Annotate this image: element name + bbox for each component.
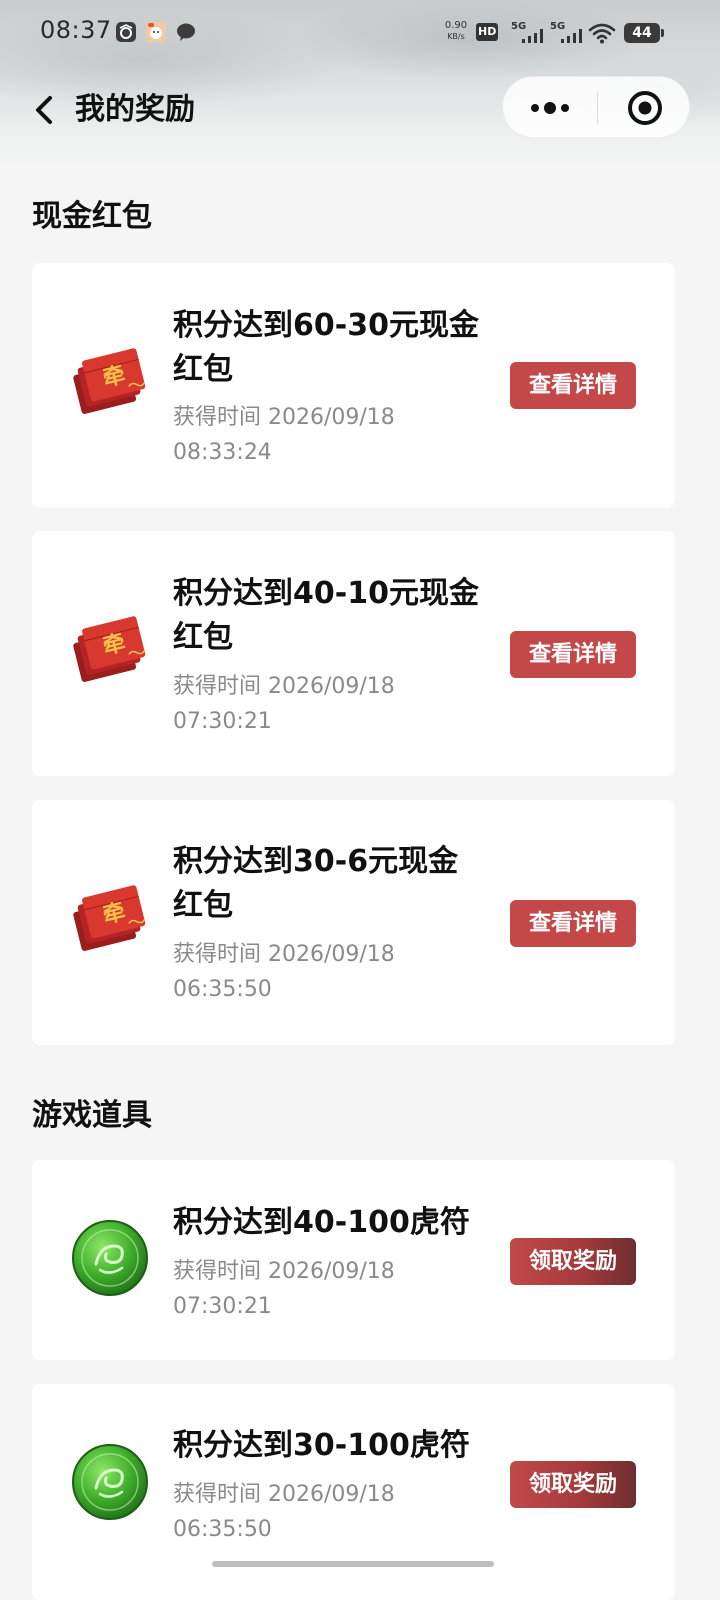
reward-time-clock: 06:35:50 [173, 1517, 272, 1542]
jade-tiger-token-icon [72, 1444, 148, 1520]
header-background: 08:37 0.90 KB/s HD 5G 5G 44 我的奖励 [0, 0, 720, 165]
reward-card: 牵 积分达到40-10元现金红包 获得时间 2026/09/18 07:30:2… [32, 531, 675, 776]
target-circle-icon [628, 91, 662, 125]
page-title: 我的奖励 [75, 92, 195, 127]
view-details-button[interactable]: 查看详情 [510, 900, 636, 947]
reward-card: 积分达到40-100虎符 获得时间 2026/09/18 07:30:21 领取… [32, 1160, 675, 1360]
reward-title: 积分达到40-100虎符 [173, 1205, 470, 1240]
red-envelope-icon: 牵 [73, 348, 146, 414]
view-details-button[interactable]: 查看详情 [510, 362, 636, 409]
hd-voice-icon: HD [476, 23, 506, 43]
app-notification-icon [116, 22, 136, 42]
reward-time-date: 获得时间 2026/09/18 [173, 674, 395, 699]
network-speed: 0.90 KB/s [444, 20, 468, 41]
reward-title: 积分达到40-10元现金红包 [173, 576, 479, 655]
reward-card: 牵 积分达到60-30元现金红包 获得时间 2026/09/18 08:33:2… [32, 263, 675, 508]
claim-reward-button[interactable]: 领取奖励 [510, 1238, 636, 1285]
status-time: 08:37 [40, 16, 112, 44]
reward-card: 积分达到30-100虎符 获得时间 2026/09/18 06:35:50 领取… [32, 1384, 675, 1600]
reward-time-clock: 07:30:21 [173, 709, 272, 734]
cartoon-app-icon [146, 22, 166, 42]
signal-icon-2: 5G [550, 21, 584, 43]
mini-program-capsule [502, 76, 690, 138]
reward-time-date: 获得时间 2026/09/18 [173, 942, 395, 967]
more-dots-icon [531, 102, 569, 114]
wifi-icon [588, 23, 616, 44]
reward-card: 牵 积分达到30-6元现金红包 获得时间 2026/09/18 06:35:50… [32, 800, 675, 1045]
chat-bubble-icon [177, 23, 195, 41]
signal-icon: 5G [511, 21, 545, 43]
section-title-cash: 现金红包 [32, 199, 152, 234]
reward-time-clock: 07:30:21 [173, 1294, 272, 1319]
chevron-left-icon [36, 96, 52, 124]
reward-title: 积分达到30-100虎符 [173, 1428, 470, 1463]
battery-indicator: 44 [624, 23, 664, 43]
reward-title: 积分达到30-6元现金红包 [173, 844, 459, 923]
reward-time-date: 获得时间 2026/09/18 [173, 405, 395, 430]
more-button[interactable] [503, 77, 597, 139]
status-bar: 08:37 0.90 KB/s HD 5G 5G 44 [0, 0, 720, 64]
home-indicator[interactable] [212, 1561, 494, 1567]
close-button[interactable] [598, 77, 691, 139]
reward-time-date: 获得时间 2026/09/18 [173, 1482, 395, 1507]
back-button[interactable] [28, 90, 60, 130]
reward-title: 积分达到60-30元现金红包 [173, 308, 479, 387]
reward-time-date: 获得时间 2026/09/18 [173, 1259, 395, 1284]
section-title-game-items: 游戏道具 [32, 1098, 152, 1133]
reward-time-clock: 08:33:24 [173, 440, 272, 465]
claim-reward-button[interactable]: 领取奖励 [510, 1461, 636, 1508]
red-envelope-icon: 牵 [73, 616, 146, 682]
view-details-button[interactable]: 查看详情 [510, 631, 636, 678]
red-envelope-icon: 牵 [73, 885, 146, 951]
jade-tiger-token-icon [72, 1220, 148, 1296]
reward-time-clock: 06:35:50 [173, 977, 272, 1002]
